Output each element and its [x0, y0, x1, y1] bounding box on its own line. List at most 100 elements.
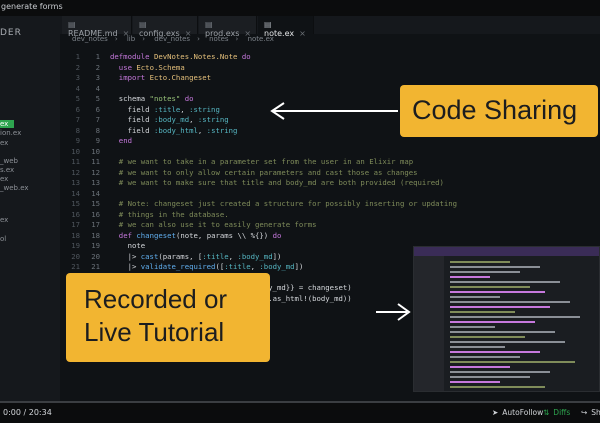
line-number: 17: [91, 220, 100, 229]
sidebar-item[interactable]: ion.ex: [0, 129, 21, 137]
sidebar-item[interactable]: _web: [0, 157, 18, 165]
code-text: # we want to take in a parameter set fro…: [118, 157, 414, 166]
thumbnail-code-line: [450, 261, 510, 263]
code-text: def changeset(note, params \\ %{}) do: [118, 230, 282, 240]
line-number: 9: [95, 136, 100, 145]
sidebar-item[interactable]: ex: [0, 120, 15, 128]
tutorial-callout: Recorded or Live Tutorial: [66, 273, 270, 362]
tab-readme[interactable]: ▤ README.md ×: [62, 16, 132, 38]
line-number: 14: [71, 188, 80, 198]
thumbnail-code-line: [450, 351, 540, 353]
editor-tab-bar: ▤ README.md × ▤ config.exs × ▤ prod.exs × ▤…: [60, 16, 600, 38]
breadcrumb-separator: ›: [142, 35, 146, 43]
arrow-left-icon: [270, 102, 398, 120]
video-thumbnail-preview: [413, 246, 600, 392]
thumbnail-code-line: [450, 316, 580, 318]
progress-bar[interactable]: [0, 401, 600, 403]
thumbnail-code-line: [450, 366, 510, 368]
line-number: 7: [75, 115, 80, 124]
line-number: 15: [71, 199, 80, 208]
file-icon: ▤: [264, 20, 272, 29]
thumbnail-code-line: [450, 281, 560, 283]
sidebar-item[interactable]: ol: [0, 235, 6, 243]
thumbnail-code-line: [450, 331, 555, 333]
thumbnail-titlebar: [414, 247, 599, 256]
breadcrumb-item[interactable]: note.ex: [248, 35, 274, 43]
line-number: 4: [75, 83, 80, 93]
line-number: 1: [95, 52, 100, 61]
line-number: 12: [71, 167, 80, 177]
breadcrumb-item[interactable]: lib: [127, 35, 135, 43]
thumbnail-code-line: [450, 321, 535, 323]
window-titlebar: generate forms: [0, 0, 600, 16]
line-number: 12: [91, 167, 100, 177]
breadcrumb: dev_notes › lib › dev_notes › notes › note.e…: [60, 35, 600, 49]
sidebar-item[interactable]: _web.ex: [0, 184, 29, 192]
breadcrumb-separator: ›: [114, 35, 118, 43]
line-number: 10: [71, 146, 80, 156]
breadcrumb-item[interactable]: dev_notes: [72, 35, 108, 43]
tutorial-callout-line2: Live Tutorial: [84, 317, 225, 347]
line-number: 16: [71, 209, 80, 219]
tab-prod[interactable]: ▤ prod.exs ×: [199, 16, 257, 38]
line-number: 2: [75, 62, 80, 72]
line-number: 8: [75, 125, 80, 135]
line-number: 8: [95, 125, 100, 135]
line-number: 19: [91, 241, 100, 250]
thumbnail-code-line: [450, 356, 520, 358]
line-number: 17: [71, 220, 80, 229]
navigation-icon: ➤: [492, 408, 499, 417]
share-icon: ↪: [581, 408, 588, 417]
code-text: # Note: changeset just created a structu…: [118, 199, 458, 208]
code-sharing-callout: Code Sharing: [400, 85, 598, 137]
sidebar-item[interactable]: ex: [0, 139, 8, 147]
code-text: |> cast(params, [:title, :body_md]): [110, 251, 282, 261]
code-text: defmodule DevNotes.Notes.Note do: [110, 52, 251, 61]
line-number: 7: [95, 115, 100, 124]
thumbnail-code-line: [450, 361, 575, 363]
line-number: 11: [71, 157, 80, 166]
code-text: # we want to make sure that title and bo…: [118, 178, 444, 187]
sidebar-item[interactable]: ex: [0, 175, 8, 183]
breadcrumb-item[interactable]: notes: [209, 35, 228, 43]
line-number: 20: [91, 251, 100, 261]
line-number: 9: [75, 136, 80, 145]
explorer-heading: DER: [0, 28, 22, 38]
sidebar-item[interactable]: s.ex: [0, 166, 14, 174]
arrow-right-icon: [376, 303, 411, 321]
playback-time: 0:00 / 20:34: [3, 408, 52, 417]
line-number: 13: [71, 178, 80, 187]
file-icon: ▤: [68, 20, 76, 29]
line-number: 6: [75, 104, 80, 114]
code-text: field :title, :string: [110, 104, 220, 114]
autofollow-button[interactable]: ➤ AutoFollow: [492, 408, 543, 417]
diffs-button[interactable]: ⇅ Diffs: [543, 408, 570, 417]
thumbnail-code-line: [450, 271, 520, 273]
thumbnail-code-line: [450, 296, 500, 298]
code-text: schema "notes" do: [110, 94, 194, 103]
thumbnail-code-line: [450, 311, 515, 313]
thumbnail-code-line: [450, 326, 495, 328]
thumbnail-code-line: [450, 381, 500, 383]
breadcrumb-item[interactable]: dev_notes: [154, 35, 190, 43]
window-title: generate forms: [1, 2, 63, 11]
line-number: 5: [95, 94, 100, 103]
share-label: Sh: [591, 408, 600, 417]
tab-note[interactable]: ▤ note.ex ×: [258, 16, 314, 38]
video-player-controls: 0:00 / 20:34 ➤ AutoFollow ⇅ Diffs ↪ Sh: [0, 401, 600, 423]
line-number: 14: [91, 188, 100, 198]
thumbnail-code-line: [450, 346, 505, 348]
line-number: 3: [95, 73, 100, 82]
line-number: 18: [71, 230, 80, 240]
line-number: 3: [75, 73, 80, 82]
share-button[interactable]: ↪ Sh: [581, 408, 600, 417]
tab-config[interactable]: ▤ config.exs ×: [133, 16, 198, 38]
line-number: 4: [95, 83, 100, 93]
code-text: end: [118, 136, 132, 145]
thumbnail-code-line: [450, 386, 545, 388]
file-icon: ▤: [139, 20, 147, 29]
code-text: # we want to only allow certain paramete…: [118, 167, 418, 177]
line-number: 13: [91, 178, 100, 187]
breadcrumb-separator: ›: [197, 35, 200, 43]
sidebar-item[interactable]: ex: [0, 216, 8, 224]
